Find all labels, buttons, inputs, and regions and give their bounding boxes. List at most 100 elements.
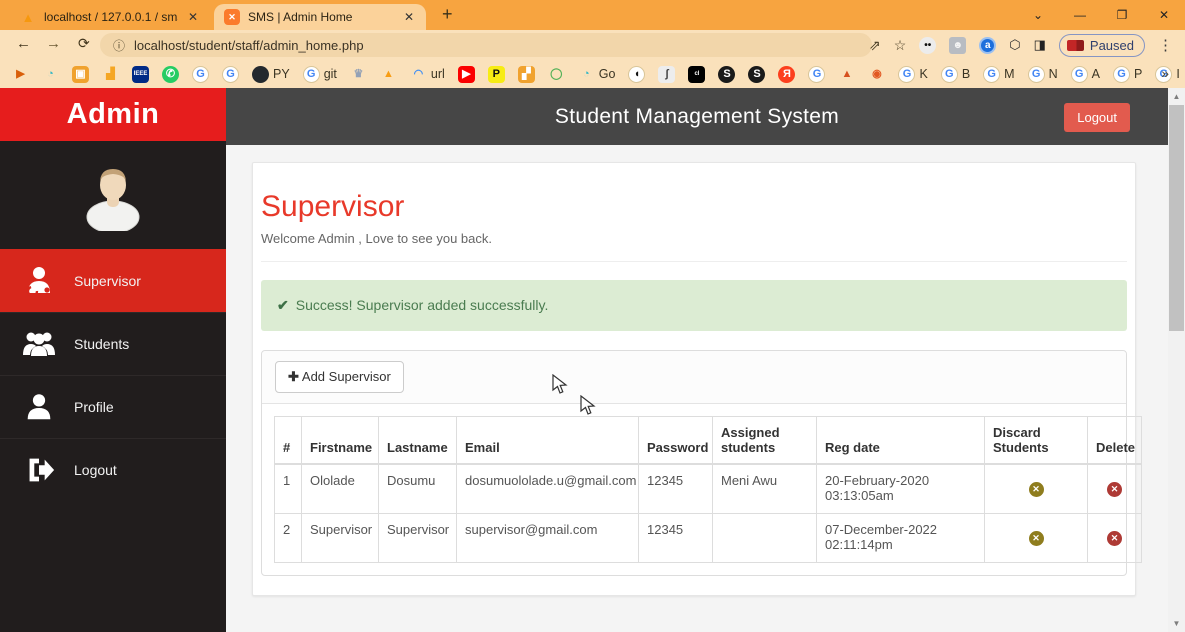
new-tab-button[interactable]: + — [442, 4, 453, 25]
google-icon: G — [192, 66, 209, 83]
delete-icon[interactable]: ✕ — [1107, 531, 1122, 546]
google-icon[interactable]: GA — [1071, 66, 1100, 83]
google-icon[interactable]: G — [192, 66, 209, 83]
analytics-icon[interactable]: ▟ — [102, 66, 119, 83]
cell-assigned: Meni Awu — [713, 464, 817, 513]
cl-icon[interactable]: cl — [688, 66, 705, 83]
google-icon: G — [941, 66, 958, 83]
app-title: Student Management System — [555, 105, 839, 129]
scroll-down-icon[interactable]: ▼ — [1168, 615, 1185, 632]
browser-menu-icon[interactable]: ⋮ — [1158, 36, 1173, 54]
tab-phpmyadmin[interactable]: ▲ localhost / 127.0.0.1 / sms / adm ✕ — [10, 4, 210, 30]
google-icon[interactable]: Ggit — [303, 66, 337, 83]
google-icon[interactable]: GK — [898, 66, 927, 83]
badge-icon: ♛ — [350, 66, 367, 83]
plus-icon: ✚ — [288, 369, 299, 384]
google-icon: G — [898, 66, 915, 83]
user-icon — [20, 388, 58, 426]
google-icon[interactable]: GM — [983, 66, 1014, 83]
google-icon[interactable]: G — [808, 66, 825, 83]
alert-text: Success! Supervisor added successfully. — [296, 297, 549, 313]
main-content: Supervisor Welcome Admin , Love to see y… — [226, 145, 1168, 632]
scrollbar-thumb[interactable] — [1169, 105, 1184, 331]
reload-button[interactable]: ⟳ — [78, 35, 90, 52]
green-ring-icon[interactable]: ◯ — [548, 66, 565, 83]
address-bar[interactable]: ⓘ localhost/student/staff/admin_home.php — [100, 33, 872, 57]
page-scrollbar[interactable]: ▲ ▼ — [1168, 88, 1185, 632]
tab-search-chevron-icon[interactable]: ⌄ — [1017, 0, 1059, 30]
add-supervisor-button[interactable]: ✚Add Supervisor — [275, 361, 404, 393]
col-num: # — [275, 417, 302, 465]
modus-arrow-icon[interactable]: ▶ — [12, 66, 29, 83]
extensions-puzzle-icon[interactable]: ⬡ — [1009, 37, 1020, 53]
person-extension-icon[interactable]: ☻ — [949, 37, 966, 54]
window-maximize-button[interactable]: ❐ — [1101, 0, 1143, 30]
paystack-icon[interactable]: P — [488, 66, 505, 83]
eye-icon[interactable]: ◉ — [868, 66, 885, 83]
github-icon — [252, 66, 269, 83]
google-icon: G — [1028, 66, 1045, 83]
welcome-text: Welcome Admin , Love to see you back. — [261, 231, 1127, 246]
share-icon[interactable]: ⇗ — [869, 37, 881, 54]
godaddy-swirl-icon[interactable]: ◔ — [42, 66, 59, 83]
wave-icon[interactable]: ◠url — [410, 66, 445, 83]
movie-camera-icon: ▞ — [518, 66, 535, 83]
modus-arrow-icon: ▶ — [12, 66, 29, 83]
sidebar-item-logout[interactable]: Logout — [0, 438, 226, 501]
sidebar-item-profile[interactable]: Profile — [0, 375, 226, 438]
sidebar-item-label: Profile — [74, 399, 114, 415]
logout-button[interactable]: Logout — [1064, 103, 1130, 132]
a-extension-icon[interactable]: a — [979, 37, 996, 54]
github-icon[interactable]: PY — [252, 66, 290, 83]
godaddy-swirl-icon[interactable]: ◔Go — [578, 66, 616, 83]
figure-icon[interactable]: ʃ — [658, 66, 675, 83]
cell-password: 12345 — [639, 513, 713, 562]
yandex-icon[interactable]: Я — [778, 66, 795, 83]
forward-button[interactable]: → — [46, 35, 61, 52]
bookmark-star-icon[interactable]: ☆ — [894, 37, 907, 54]
success-alert: ✔Success! Supervisor added successfully. — [261, 280, 1127, 331]
window-close-button[interactable]: ✕ — [1143, 0, 1185, 30]
google-icon[interactable]: GB — [941, 66, 970, 83]
bookmark-label: Go — [599, 67, 616, 81]
matlab-icon[interactable]: ▲ — [838, 66, 855, 83]
goose-icon[interactable]: ◖ — [628, 66, 645, 83]
whatsapp-icon[interactable]: ✆ — [162, 66, 179, 83]
idm-paused-button[interactable]: Paused — [1059, 34, 1145, 57]
ieee-icon[interactable]: IEEE — [132, 66, 149, 83]
delete-icon[interactable]: ✕ — [1107, 482, 1122, 497]
tab-close-icon[interactable]: ✕ — [186, 10, 200, 24]
google-icon[interactable]: GN — [1028, 66, 1058, 83]
s-circle-icon[interactable]: S — [748, 66, 765, 83]
back-button[interactable]: ← — [16, 35, 31, 52]
scroll-up-icon[interactable]: ▲ — [1168, 88, 1185, 105]
phpmyadmin-icon[interactable]: ▲ — [380, 66, 397, 83]
sign-out-icon — [20, 451, 58, 489]
whatsapp-icon: ✆ — [162, 66, 179, 83]
google-icon[interactable]: GP — [1113, 66, 1142, 83]
movie-camera-icon[interactable]: ▞ — [518, 66, 535, 83]
s-circle-icon[interactable]: S — [718, 66, 735, 83]
site-info-icon[interactable]: ⓘ — [113, 37, 125, 54]
discard-students-icon[interactable]: ✕ — [1029, 531, 1044, 546]
matlab-icon: ▲ — [838, 66, 855, 83]
panda-extension-icon[interactable]: •• — [919, 37, 936, 54]
cell-firstname: Ololade — [302, 464, 379, 513]
discard-students-icon[interactable]: ✕ — [1029, 482, 1044, 497]
sidebar-item-supervisor[interactable]: Supervisor — [0, 249, 226, 312]
google-icon[interactable]: G — [222, 66, 239, 83]
google-icon: G — [303, 66, 320, 83]
tab-sms-admin-home[interactable]: ✕ SMS | Admin Home ✕ — [214, 4, 426, 30]
bookmarks-overflow-chevron[interactable]: » — [1161, 65, 1169, 81]
window-minimize-button[interactable]: — — [1059, 0, 1101, 30]
camera-icon[interactable]: ▣ — [72, 66, 89, 83]
bookmark-label: P — [1134, 67, 1142, 81]
youtube-icon[interactable]: ▶ — [458, 66, 475, 83]
bookmark-label: A — [1092, 67, 1100, 81]
cell-assigned — [713, 513, 817, 562]
badge-icon[interactable]: ♛ — [350, 66, 367, 83]
sidebar-item-students[interactable]: Students — [0, 312, 226, 375]
browser-tab-strip: ▲ localhost / 127.0.0.1 / sms / adm ✕ ✕ … — [0, 0, 1185, 30]
side-panel-icon[interactable]: ◨ — [1034, 37, 1046, 53]
tab-close-icon[interactable]: ✕ — [402, 10, 416, 24]
